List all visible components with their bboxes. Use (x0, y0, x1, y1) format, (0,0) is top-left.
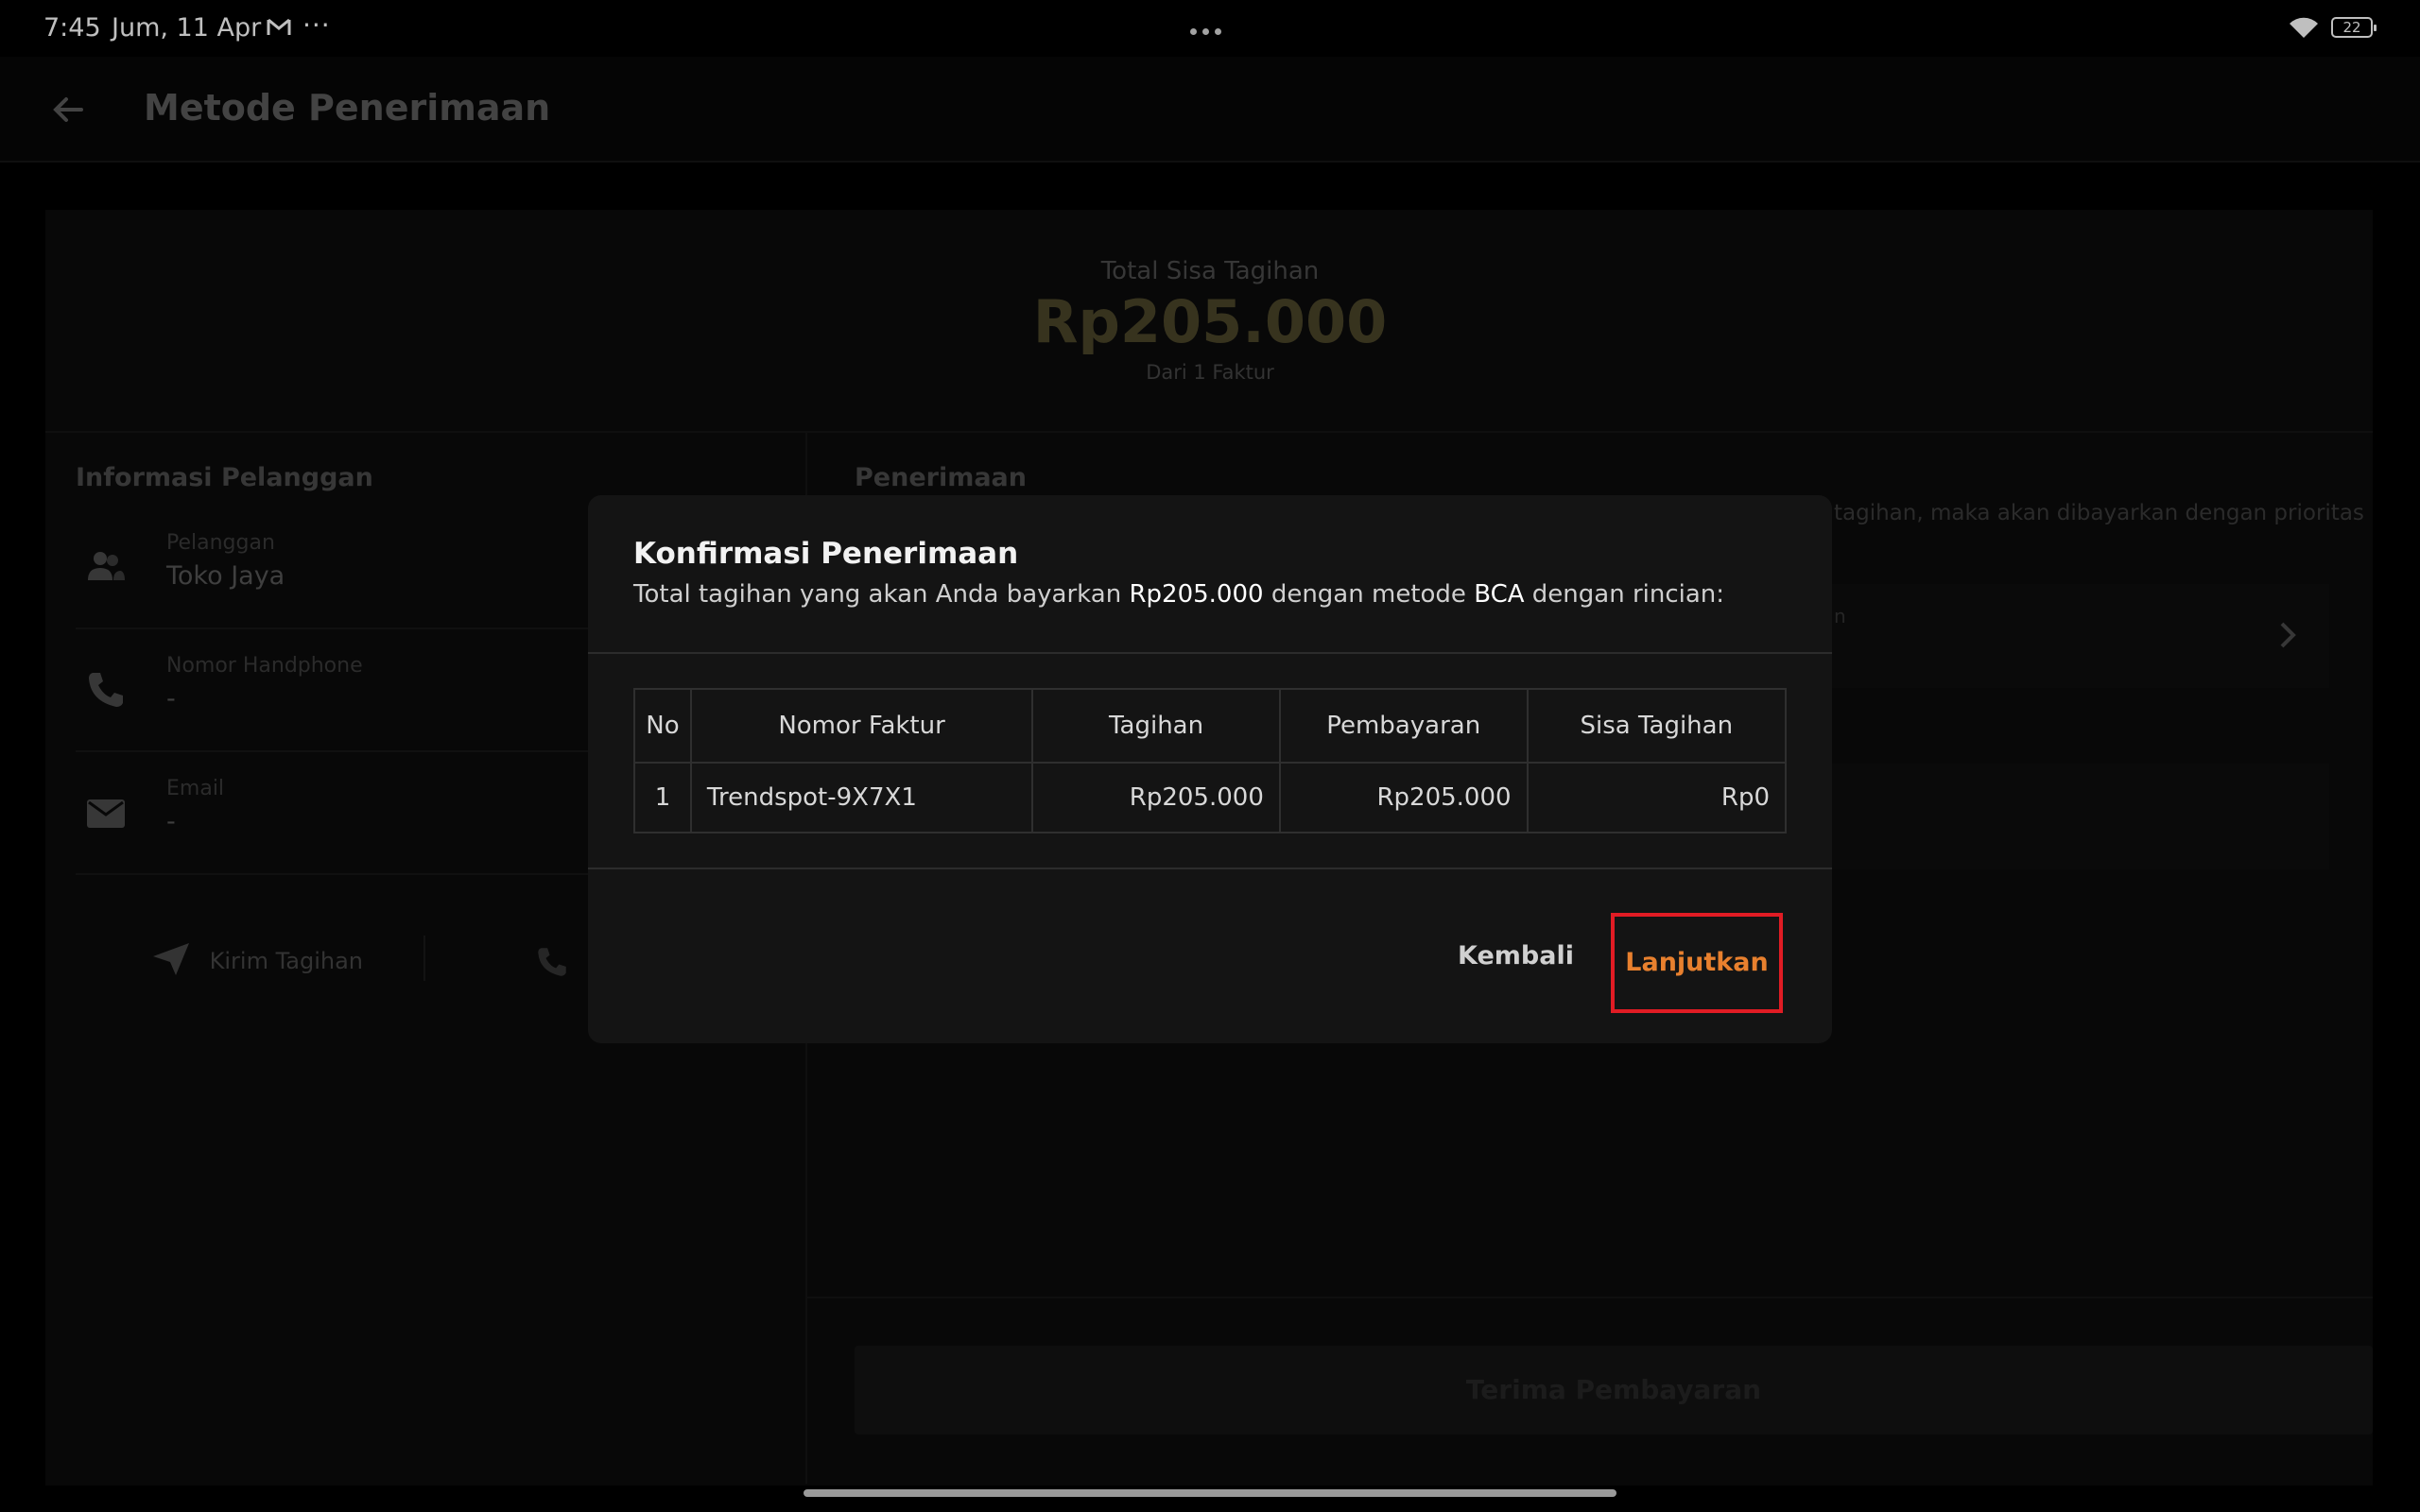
screen: 7:45 Jum, 11 Apr ··· 22 Metode Penerimaa… (0, 0, 2420, 1512)
column-header: No (633, 688, 692, 764)
table-cell: Rp205.000 (1278, 762, 1529, 833)
desc-text: Total tagihan yang akan Anda bayarkan (633, 580, 1130, 609)
confirmation-dialog: Konfirmasi Penerimaan Total tagihan yang… (588, 495, 1832, 1043)
desc-amount: Rp205.000 (1129, 580, 1264, 609)
desc-method: BCA (1474, 580, 1525, 609)
column-header: Sisa Tagihan (1526, 688, 1788, 764)
desc-text: dengan rincian: (1524, 580, 1725, 609)
table-cell: Rp205.000 (1031, 762, 1281, 833)
dialog-title: Konfirmasi Penerimaan (633, 537, 1019, 571)
table-cell: Trendspot-9X7X1 (689, 762, 1034, 833)
back-button[interactable]: Kembali (1458, 941, 1574, 971)
dialog-description: Total tagihan yang akan Anda bayarkan Rp… (633, 580, 1724, 609)
table-header-row: No Nomor Faktur Tagihan Pembayaran Sisa … (633, 688, 1788, 764)
divider (588, 868, 1832, 869)
table-row: 1 Trendspot-9X7X1 Rp205.000 Rp205.000 Rp… (633, 762, 1788, 833)
desc-text: dengan metode (1263, 580, 1475, 609)
table-cell: 1 (633, 762, 692, 833)
continue-button[interactable]: Lanjutkan (1611, 913, 1783, 1013)
column-header: Tagihan (1031, 688, 1281, 764)
column-header: Pembayaran (1278, 688, 1529, 764)
invoice-table: No Nomor Faktur Tagihan Pembayaran Sisa … (633, 688, 1788, 833)
home-indicator[interactable] (804, 1489, 1616, 1497)
table-cell: Rp0 (1526, 762, 1788, 833)
column-header: Nomor Faktur (689, 688, 1034, 764)
divider (588, 652, 1832, 654)
